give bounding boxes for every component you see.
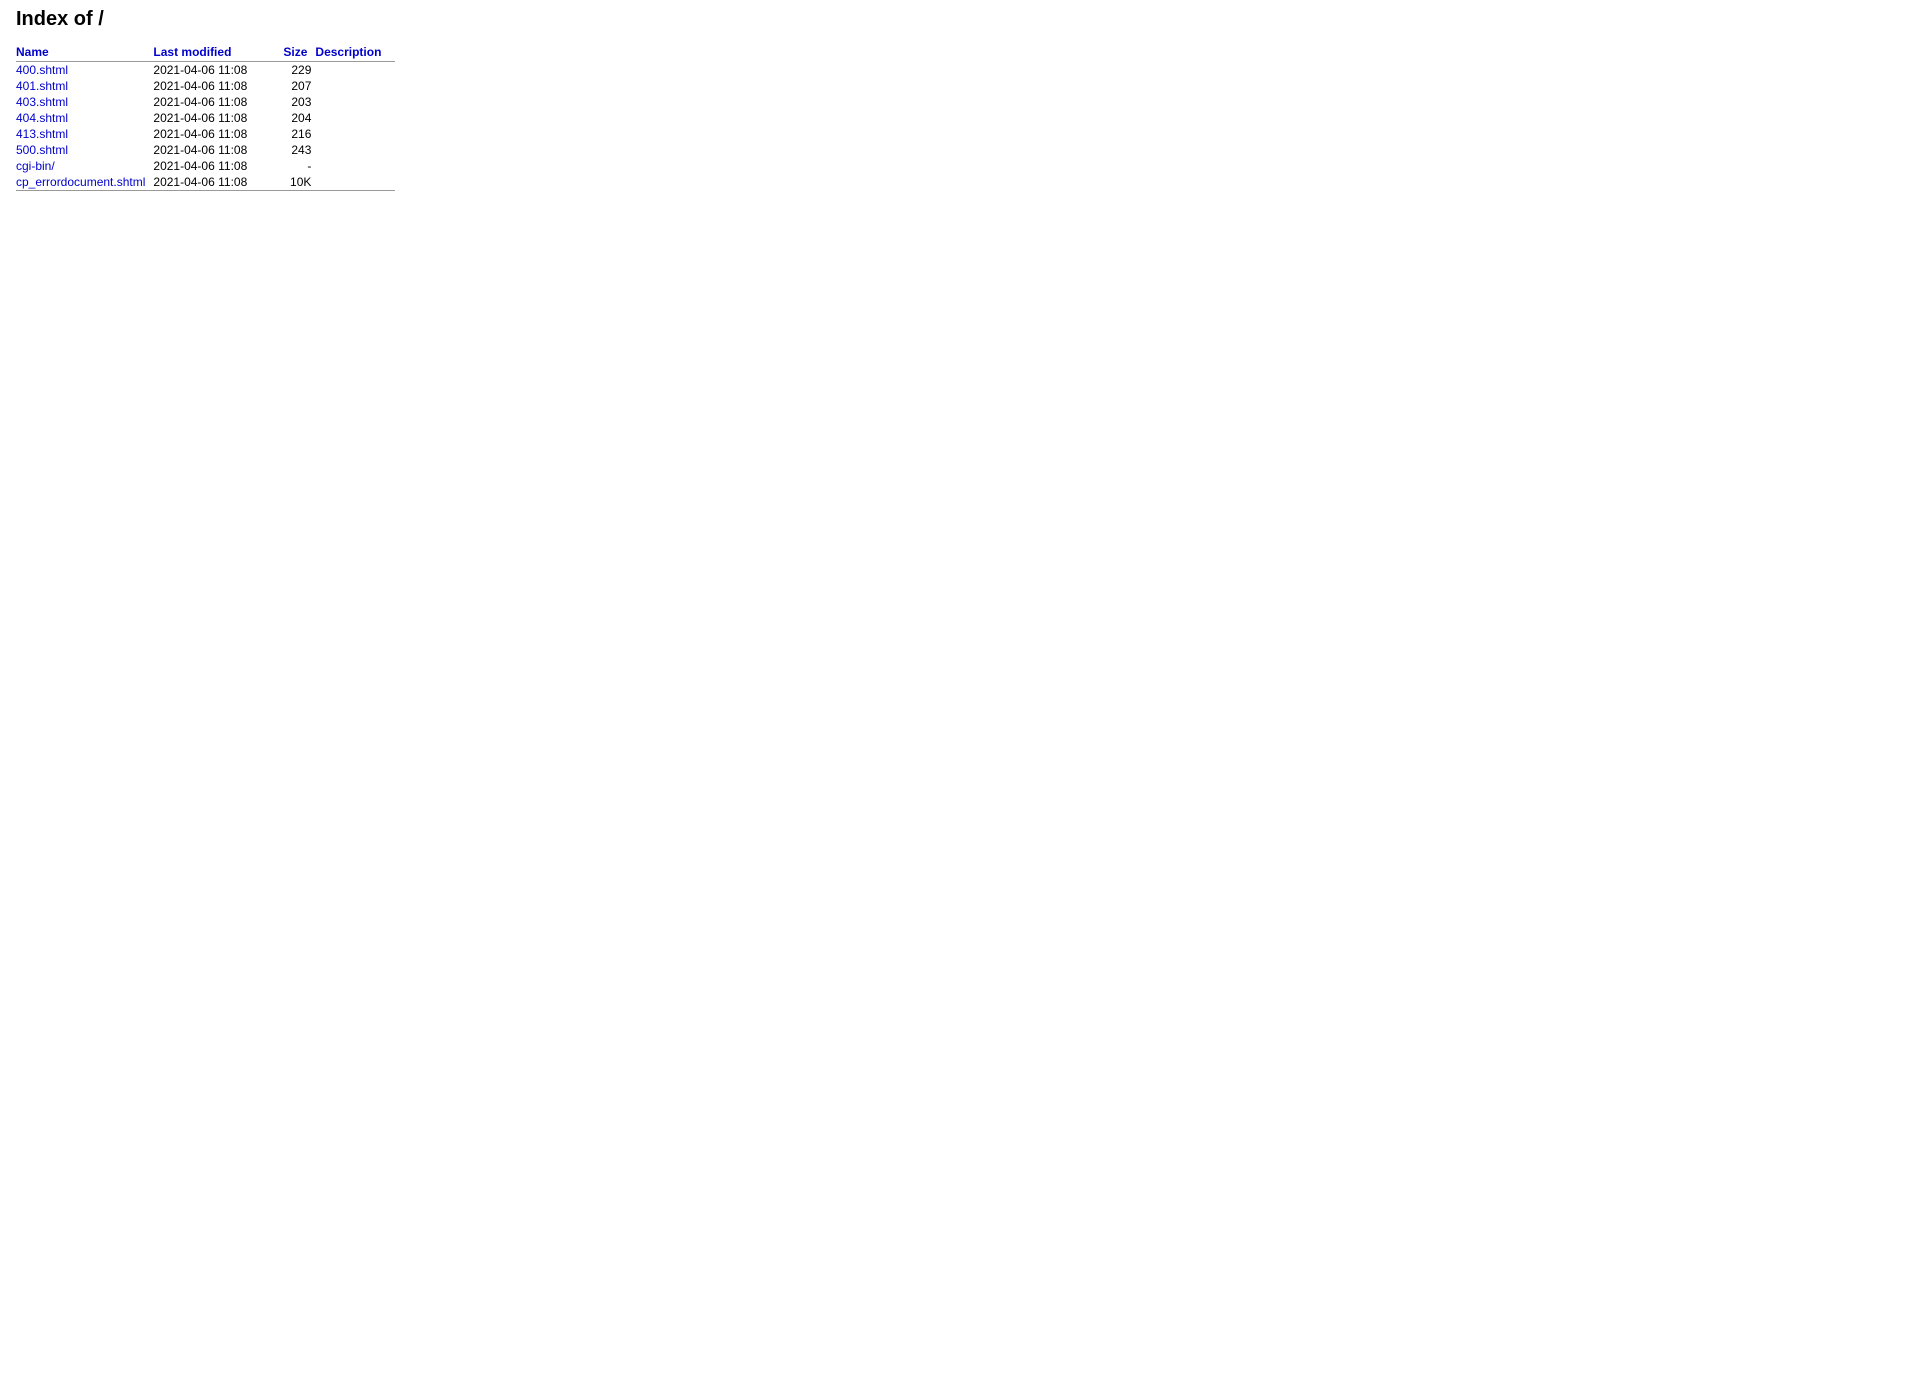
file-size: 243 (283, 142, 315, 158)
file-modified: 2021-04-06 11:08 (153, 158, 283, 174)
file-size: 216 (283, 126, 315, 142)
table-row: 400.shtml 2021-04-06 11:08229 (16, 62, 395, 78)
table-row: 500.shtml 2021-04-06 11:08243 (16, 142, 395, 158)
sort-size-link[interactable]: Size (283, 45, 307, 59)
sort-description-link[interactable]: Description (315, 45, 381, 59)
table-row: 404.shtml 2021-04-06 11:08204 (16, 110, 395, 126)
file-link[interactable]: 404.shtml (16, 111, 68, 125)
table-row: 403.shtml 2021-04-06 11:08203 (16, 94, 395, 110)
table-row: cp_errordocument.shtml 2021-04-06 11:0810… (16, 174, 395, 190)
file-modified: 2021-04-06 11:08 (153, 126, 283, 142)
file-modified: 2021-04-06 11:08 (153, 94, 283, 110)
file-size: 229 (283, 62, 315, 78)
page-title: Index of / (16, 8, 1904, 31)
file-description (315, 78, 395, 94)
file-size: 203 (283, 94, 315, 110)
file-modified: 2021-04-06 11:08 (153, 62, 283, 78)
file-modified: 2021-04-06 11:08 (153, 78, 283, 94)
file-link[interactable]: cp_errordocument.shtml (16, 175, 145, 189)
file-description (315, 174, 395, 190)
file-link[interactable]: 400.shtml (16, 63, 68, 77)
sort-modified-link[interactable]: Last modified (153, 45, 231, 59)
file-description (315, 142, 395, 158)
file-size: 10K (283, 174, 315, 190)
file-link[interactable]: 403.shtml (16, 95, 68, 109)
file-link[interactable]: 401.shtml (16, 79, 68, 93)
table-row: 413.shtml 2021-04-06 11:08216 (16, 126, 395, 142)
file-size: 204 (283, 110, 315, 126)
file-link[interactable]: 500.shtml (16, 143, 68, 157)
file-modified: 2021-04-06 11:08 (153, 174, 283, 190)
file-description (315, 126, 395, 142)
file-link[interactable]: cgi-bin/ (16, 159, 55, 173)
file-size: - (283, 158, 315, 174)
sort-name-link[interactable]: Name (16, 45, 49, 59)
file-link[interactable]: 413.shtml (16, 127, 68, 141)
file-description (315, 158, 395, 174)
file-modified: 2021-04-06 11:08 (153, 110, 283, 126)
file-description (315, 110, 395, 126)
file-modified: 2021-04-06 11:08 (153, 142, 283, 158)
file-description (315, 94, 395, 110)
file-description (315, 62, 395, 78)
table-row: 401.shtml 2021-04-06 11:08207 (16, 78, 395, 94)
file-size: 207 (283, 78, 315, 94)
table-row: cgi-bin/2021-04-06 11:08- (16, 158, 395, 174)
